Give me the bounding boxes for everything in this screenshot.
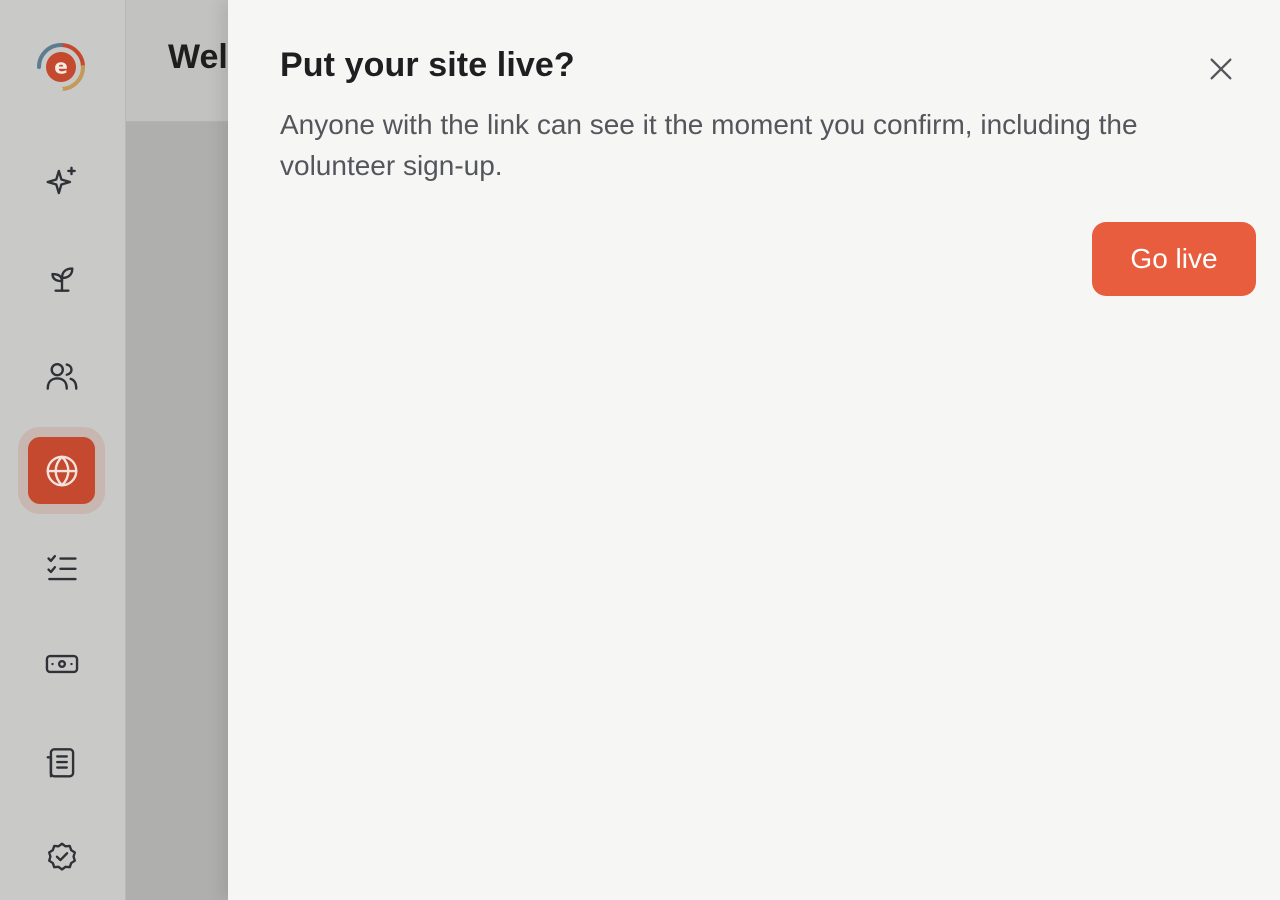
sprout-icon [50, 266, 73, 292]
globe-icon [46, 455, 77, 486]
sidebar-item-ai[interactable] [28, 148, 95, 215]
sidebar-item-tasks[interactable] [28, 534, 95, 601]
checklist-icon [46, 554, 77, 580]
logo[interactable]: e [36, 42, 86, 92]
sidebar-item-reports[interactable] [28, 728, 95, 795]
sidebar: e [0, 0, 126, 900]
sidebar-item-people[interactable] [28, 342, 95, 409]
sidebar-item-verification[interactable] [28, 824, 95, 891]
app-window: e Wel Put your site live? Anyone with th… [0, 0, 1280, 900]
close-button[interactable] [1204, 52, 1238, 86]
go-live-dialog: Put your site live? Anyone with the link… [228, 0, 1280, 900]
sidebar-item-website[interactable] [28, 437, 95, 504]
badge-check-icon [47, 842, 76, 871]
receipt-icon [46, 747, 74, 777]
close-icon [1210, 58, 1232, 80]
sidebar-item-growth[interactable] [28, 244, 95, 311]
sparkles-icon [46, 166, 76, 194]
sidebar-item-finance[interactable] [28, 630, 95, 697]
page-title: Wel [168, 38, 228, 76]
dialog-description: Anyone with the link can see it the mome… [280, 109, 1138, 181]
logo-icon: e [37, 43, 85, 91]
svg-text:e: e [54, 55, 68, 79]
banknote-icon [45, 654, 78, 673]
users-icon [46, 362, 77, 390]
go-live-button[interactable]: Go live [1092, 222, 1256, 296]
dialog-title: Put your site live? [280, 46, 575, 84]
